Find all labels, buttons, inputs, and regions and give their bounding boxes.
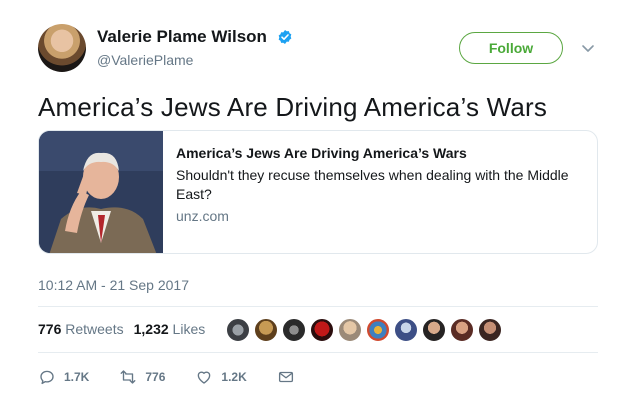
likes-count: 1,232 xyxy=(133,321,169,337)
liker-avatar[interactable] xyxy=(281,317,307,343)
liker-avatar[interactable] xyxy=(421,317,447,343)
liker-avatar[interactable] xyxy=(337,317,363,343)
divider xyxy=(38,352,598,353)
liker-avatar[interactable] xyxy=(393,317,419,343)
engagement-stats: 776 Retweets 1,232 Likes xyxy=(38,321,205,337)
tweet-text: America’s Jews Are Driving America’s War… xyxy=(38,92,548,122)
divider xyxy=(38,306,598,307)
liker-avatars xyxy=(225,317,505,343)
liker-avatar[interactable] xyxy=(253,317,279,343)
card-title: America’s Jews Are Driving America’s War… xyxy=(176,145,467,161)
user-handle[interactable]: @ValeriePlame xyxy=(97,52,193,68)
display-name[interactable]: Valerie Plame Wilson xyxy=(97,27,267,47)
card-description: Shouldn't they recuse themselves when de… xyxy=(176,167,569,202)
like-count: 1.2K xyxy=(221,370,247,384)
card-domain: unz.com xyxy=(176,208,229,224)
retweets-stat[interactable]: 776 Retweets xyxy=(38,321,124,337)
like-button[interactable]: 1.2K xyxy=(195,368,247,386)
avatar[interactable] xyxy=(38,24,86,72)
liker-avatar[interactable] xyxy=(225,317,251,343)
liker-avatar[interactable] xyxy=(365,317,391,343)
retweets-count: 776 xyxy=(38,321,62,337)
tweet-actions: 1.7K 776 1.2K xyxy=(38,368,325,386)
liker-avatar[interactable] xyxy=(449,317,475,343)
card-thumbnail xyxy=(39,131,163,253)
direct-message-icon xyxy=(278,371,293,383)
link-card[interactable]: America’s Jews Are Driving America’s War… xyxy=(38,130,598,254)
retweet-count: 776 xyxy=(145,370,166,384)
liker-avatar[interactable] xyxy=(477,317,503,343)
follow-button[interactable]: Follow xyxy=(459,32,563,64)
reply-button[interactable]: 1.7K xyxy=(38,368,89,386)
reply-count: 1.7K xyxy=(64,370,90,384)
chevron-down-icon[interactable] xyxy=(581,41,595,55)
direct-message-button[interactable] xyxy=(277,368,295,386)
likes-stat[interactable]: 1,232 Likes xyxy=(134,321,206,337)
retweet-icon xyxy=(120,370,136,384)
retweet-button[interactable]: 776 xyxy=(119,368,165,386)
tweet-timestamp[interactable]: 10:12 AM - 21 Sep 2017 xyxy=(38,277,189,293)
reply-icon xyxy=(40,370,54,385)
retweets-label: Retweets xyxy=(65,321,124,337)
verified-badge-icon xyxy=(278,30,292,44)
liker-avatar[interactable] xyxy=(309,317,335,343)
likes-label: Likes xyxy=(172,321,206,337)
like-icon xyxy=(198,371,211,384)
